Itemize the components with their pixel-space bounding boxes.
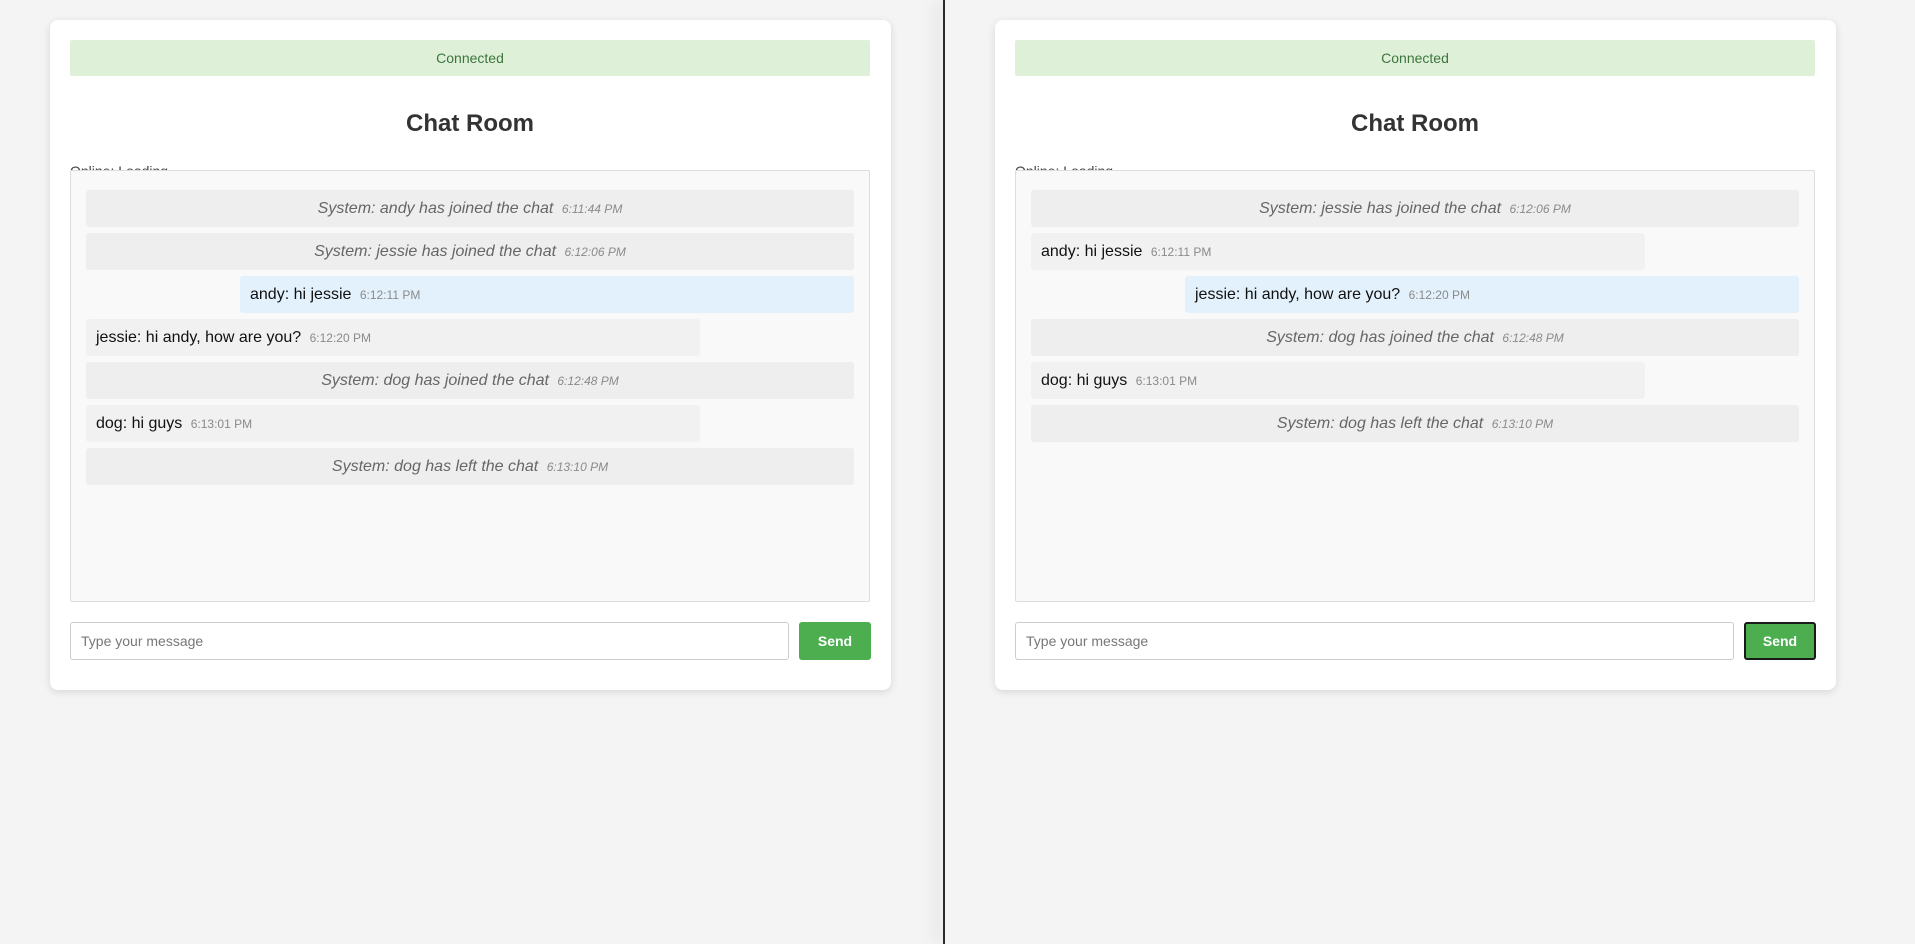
message-timestamp: 6:13:10 PM — [546, 460, 609, 474]
chat-message: andy: hi jessie 6:12:11 PM — [240, 276, 854, 313]
message-text: dog: hi guys — [96, 415, 183, 432]
message-list[interactable]: System: andy has joined the chat 6:11:44… — [70, 170, 870, 602]
message-timestamp: 6:12:48 PM — [557, 374, 619, 388]
chat-message: dog: hi guys 6:13:01 PM — [86, 405, 700, 442]
chat-card: Connected Chat Room Online: Loading... S… — [995, 20, 1836, 690]
message-timestamp: 6:13:01 PM — [1135, 374, 1198, 388]
left-browser-window: Connected Chat Room Online: Loading... S… — [0, 0, 943, 944]
message-text: System: dog has left the chat — [1276, 415, 1484, 432]
message-text: andy: hi jessie — [1041, 243, 1143, 260]
send-button[interactable]: Send — [1744, 622, 1816, 660]
chat-message: jessie: hi andy, how are you? 6:12:20 PM — [1185, 276, 1799, 313]
system-message: System: jessie has joined the chat 6:12:… — [1031, 190, 1799, 227]
message-timestamp: 6:12:06 PM — [564, 245, 626, 259]
message-text: System: dog has joined the chat — [321, 372, 549, 389]
page-title: Chat Room — [1351, 110, 1479, 137]
message-text: System: andy has joined the chat — [317, 200, 554, 217]
message-timestamp: 6:12:20 PM — [309, 331, 371, 345]
page-title: Chat Room — [406, 110, 534, 137]
message-text: System: dog has left the chat — [331, 458, 539, 475]
screen: Connected Chat Room Online: Loading... S… — [0, 0, 1915, 944]
message-timestamp: 6:12:06 PM — [1509, 202, 1571, 216]
message-timestamp: 6:13:10 PM — [1491, 417, 1554, 431]
chat-message: dog: hi guys 6:13:01 PM — [1031, 362, 1645, 399]
message-text: jessie: hi andy, how are you? — [96, 329, 302, 346]
message-timestamp: 6:12:20 PM — [1408, 288, 1470, 302]
message-timestamp: 6:12:11 PM — [1150, 245, 1212, 259]
message-input[interactable] — [1015, 622, 1734, 660]
message-timestamp: 6:13:01 PM — [190, 417, 253, 431]
chat-message: jessie: hi andy, how are you? 6:12:20 PM — [86, 319, 700, 356]
message-text: jessie: hi andy, how are you? — [1195, 286, 1401, 303]
connection-status: Connected — [1015, 40, 1815, 76]
message-text: System: jessie has joined the chat — [314, 243, 557, 260]
message-text: System: dog has joined the chat — [1266, 329, 1494, 346]
message-text: System: jessie has joined the chat — [1259, 200, 1502, 217]
system-message: System: jessie has joined the chat 6:12:… — [86, 233, 854, 270]
send-button[interactable]: Send — [799, 622, 871, 660]
system-message: System: dog has joined the chat 6:12:48 … — [86, 362, 854, 399]
message-timestamp: 6:12:11 PM — [359, 288, 421, 302]
message-text: andy: hi jessie — [250, 286, 352, 303]
chat-card: Connected Chat Room Online: Loading... S… — [50, 20, 891, 690]
system-message: System: dog has joined the chat 6:12:48 … — [1031, 319, 1799, 356]
message-text: dog: hi guys — [1041, 372, 1128, 389]
system-message: System: dog has left the chat 6:13:10 PM — [1031, 405, 1799, 442]
message-timestamp: 6:12:48 PM — [1502, 331, 1564, 345]
message-list[interactable]: System: jessie has joined the chat 6:12:… — [1015, 170, 1815, 602]
connection-status: Connected — [70, 40, 870, 76]
system-message: System: andy has joined the chat 6:11:44… — [86, 190, 854, 227]
system-message: System: dog has left the chat 6:13:10 PM — [86, 448, 854, 485]
message-timestamp: 6:11:44 PM — [561, 202, 623, 216]
message-input[interactable] — [70, 622, 789, 660]
right-browser-window: Connected Chat Room Online: Loading... S… — [945, 0, 1888, 944]
chat-message: andy: hi jessie 6:12:11 PM — [1031, 233, 1645, 270]
